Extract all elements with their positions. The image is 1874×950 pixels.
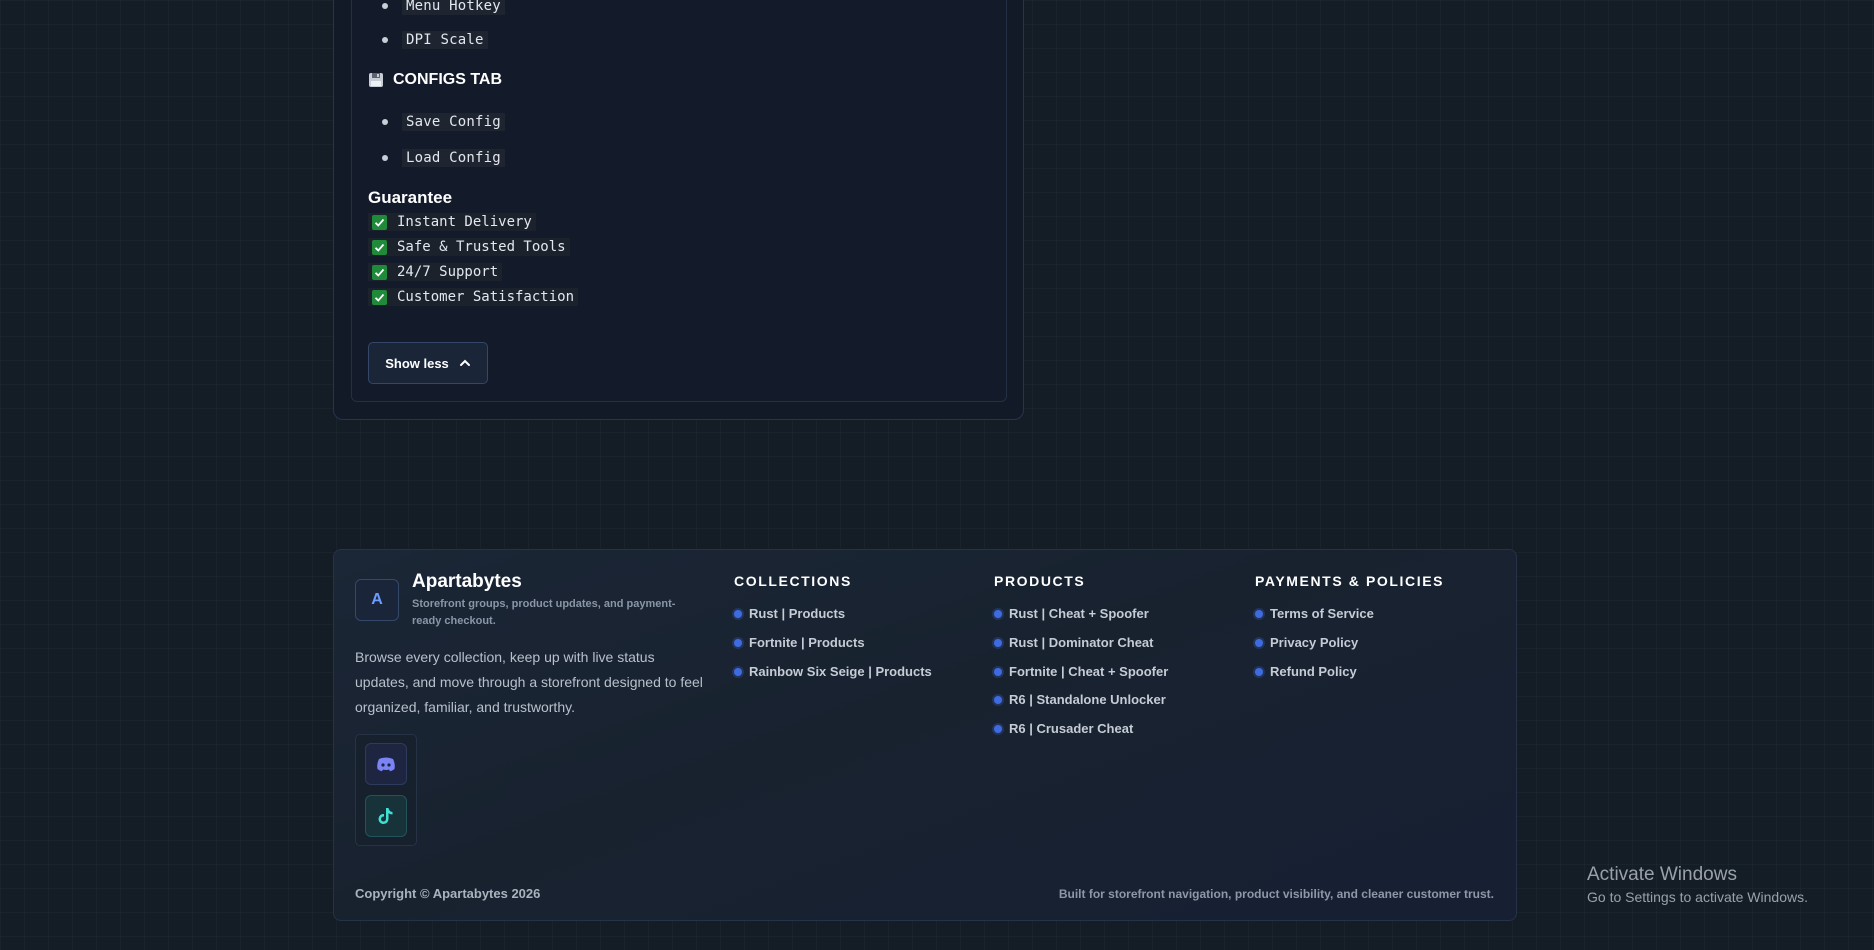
link-bullet xyxy=(734,638,742,647)
link-bullet xyxy=(994,609,1002,618)
link-bullet xyxy=(1255,638,1263,647)
footer-link-terms[interactable]: Terms of Service xyxy=(1255,606,1374,621)
configs-tab-heading: CONFIGS TAB xyxy=(368,71,502,89)
brand-description: Browse every collection, keep up with li… xyxy=(355,649,703,715)
footer-link-rust-products[interactable]: Rust | Products xyxy=(734,606,845,621)
list-item: Menu Hotkey xyxy=(382,0,505,15)
products-heading: PRODUCTS xyxy=(994,573,1086,589)
brand-logo[interactable]: A xyxy=(355,579,399,621)
windows-activation-title: Activate Windows xyxy=(1587,864,1737,885)
footer-tagline: Built for storefront navigation, product… xyxy=(1058,887,1494,901)
check-icon xyxy=(372,214,387,230)
guarantee-text: Customer Satisfaction xyxy=(397,289,575,305)
link-label: Fortnite | Products xyxy=(749,635,865,650)
bullet xyxy=(382,3,388,9)
link-bullet xyxy=(994,638,1002,647)
link-label: R6 | Standalone Unlocker xyxy=(1009,692,1166,707)
discord-icon xyxy=(377,757,395,772)
link-label: Privacy Policy xyxy=(1270,635,1359,650)
link-label: Rainbow Six Seige | Products xyxy=(749,664,932,679)
guarantee-heading: Guarantee xyxy=(368,188,453,207)
show-less-button[interactable]: Show less xyxy=(368,342,488,384)
link-label: Rust | Dominator Cheat xyxy=(1009,635,1154,650)
feature-code: Save Config xyxy=(402,113,505,131)
feature-code: Menu Hotkey xyxy=(402,0,505,15)
link-label: R6 | Crusader Cheat xyxy=(1009,721,1134,736)
guarantee-item: Instant Delivery xyxy=(368,213,536,231)
link-bullet xyxy=(994,724,1002,733)
check-icon xyxy=(372,239,387,255)
brand-name: Apartabytes xyxy=(412,571,522,592)
link-bullet xyxy=(1255,667,1263,676)
check-icon xyxy=(372,264,387,280)
brand-tagline: Storefront groups, product updates, and … xyxy=(412,598,676,627)
footer-link-rust-dominator[interactable]: Rust | Dominator Cheat xyxy=(994,635,1153,650)
link-bullet xyxy=(1255,609,1263,618)
guarantee-text: 24/7 Support xyxy=(397,264,499,280)
footer-link-fortnite-products[interactable]: Fortnite | Products xyxy=(734,635,865,650)
link-label: Fortnite | Cheat + Spoofer xyxy=(1009,664,1169,679)
bullet xyxy=(382,155,388,161)
guarantee-item: Safe & Trusted Tools xyxy=(368,238,570,256)
link-label: Refund Policy xyxy=(1270,664,1357,679)
tiktok-button[interactable] xyxy=(365,795,407,837)
feature-code: Load Config xyxy=(402,149,505,167)
guarantee-item: Customer Satisfaction xyxy=(368,288,579,306)
guarantee-item: 24/7 Support xyxy=(368,263,503,281)
guarantee-text: Instant Delivery xyxy=(397,214,532,230)
footer-link-r6-unlocker[interactable]: R6 | Standalone Unlocker xyxy=(994,692,1166,707)
collections-heading: COLLECTIONS xyxy=(734,573,852,589)
link-label: Terms of Service xyxy=(1270,606,1374,621)
link-label: Rust | Cheat + Spoofer xyxy=(1009,606,1149,621)
bullet xyxy=(382,119,388,125)
list-item: DPI Scale xyxy=(382,31,488,49)
footer-link-refund[interactable]: Refund Policy xyxy=(1255,664,1357,679)
policies-heading: PAYMENTS & POLICIES xyxy=(1255,573,1445,589)
guarantee-text: Safe & Trusted Tools xyxy=(397,239,566,255)
show-less-label: Show less xyxy=(385,355,449,371)
footer-link-rust-cheat-spoofer[interactable]: Rust | Cheat + Spoofer xyxy=(994,606,1149,621)
discord-button[interactable] xyxy=(365,743,407,785)
footer-link-fortnite-cheat-spoofer[interactable]: Fortnite | Cheat + Spoofer xyxy=(994,664,1168,679)
footer-link-r6-products[interactable]: Rainbow Six Seige | Products xyxy=(734,664,932,679)
copyright-text: Copyright © Apartabytes 2026 xyxy=(355,886,541,901)
chevron-up-icon xyxy=(459,359,470,366)
footer-link-privacy[interactable]: Privacy Policy xyxy=(1255,635,1358,650)
link-bullet xyxy=(734,609,742,618)
list-item: Load Config xyxy=(382,149,505,167)
link-label: Rust | Products xyxy=(749,606,846,621)
configs-tab-title: CONFIGS TAB xyxy=(393,71,503,88)
floppy-disk-icon xyxy=(369,73,383,87)
footer-link-r6-crusader[interactable]: R6 | Crusader Cheat xyxy=(994,721,1133,736)
check-icon xyxy=(372,289,387,305)
feature-code: DPI Scale xyxy=(402,31,488,49)
link-bullet xyxy=(994,695,1002,704)
link-bullet xyxy=(734,667,742,676)
list-item: Save Config xyxy=(382,113,505,131)
tiktok-icon xyxy=(378,808,393,824)
link-bullet xyxy=(994,667,1002,676)
bullet xyxy=(382,37,388,43)
windows-activation-subtitle: Go to Settings to activate Windows. xyxy=(1587,889,1808,905)
